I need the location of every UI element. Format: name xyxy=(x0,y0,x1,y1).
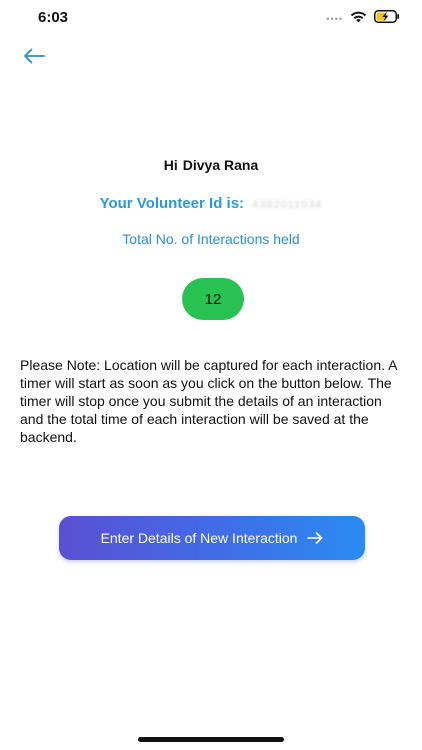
volunteer-id-row: Your Volunteer Id is: 4392011034 xyxy=(0,195,422,212)
volunteer-name: Divya Rana xyxy=(182,157,259,173)
battery-charging-icon xyxy=(374,10,400,28)
status-icons: •••• xyxy=(326,10,400,28)
back-button[interactable] xyxy=(20,44,48,68)
volunteer-id-value: 4392011034 xyxy=(252,199,323,211)
location-note: Please Note: Location will be captured f… xyxy=(20,357,397,445)
wifi-icon xyxy=(350,10,367,28)
arrow-left-icon xyxy=(24,48,45,64)
enter-new-interaction-button[interactable]: Enter Details of New Interaction xyxy=(59,516,365,560)
volunteer-id-label: Your Volunteer Id is: xyxy=(99,195,245,212)
interaction-count-badge: 12 xyxy=(182,278,244,320)
greeting-prefix: Hi xyxy=(163,157,178,173)
enter-new-interaction-label: Enter Details of New Interaction xyxy=(100,530,298,546)
status-time: 6:03 xyxy=(38,9,69,26)
home-indicator xyxy=(138,737,284,742)
greeting: Hi Divya Rana xyxy=(0,157,422,173)
cellular-signal-icon: •••• xyxy=(326,14,343,24)
status-bar: 6:03 •••• xyxy=(0,0,422,36)
interactions-label: Total No. of Interactions held xyxy=(122,231,300,247)
arrow-right-icon xyxy=(307,532,323,544)
screen: 6:03 •••• Hi Divya Rana Your Volunteer I… xyxy=(0,0,422,750)
